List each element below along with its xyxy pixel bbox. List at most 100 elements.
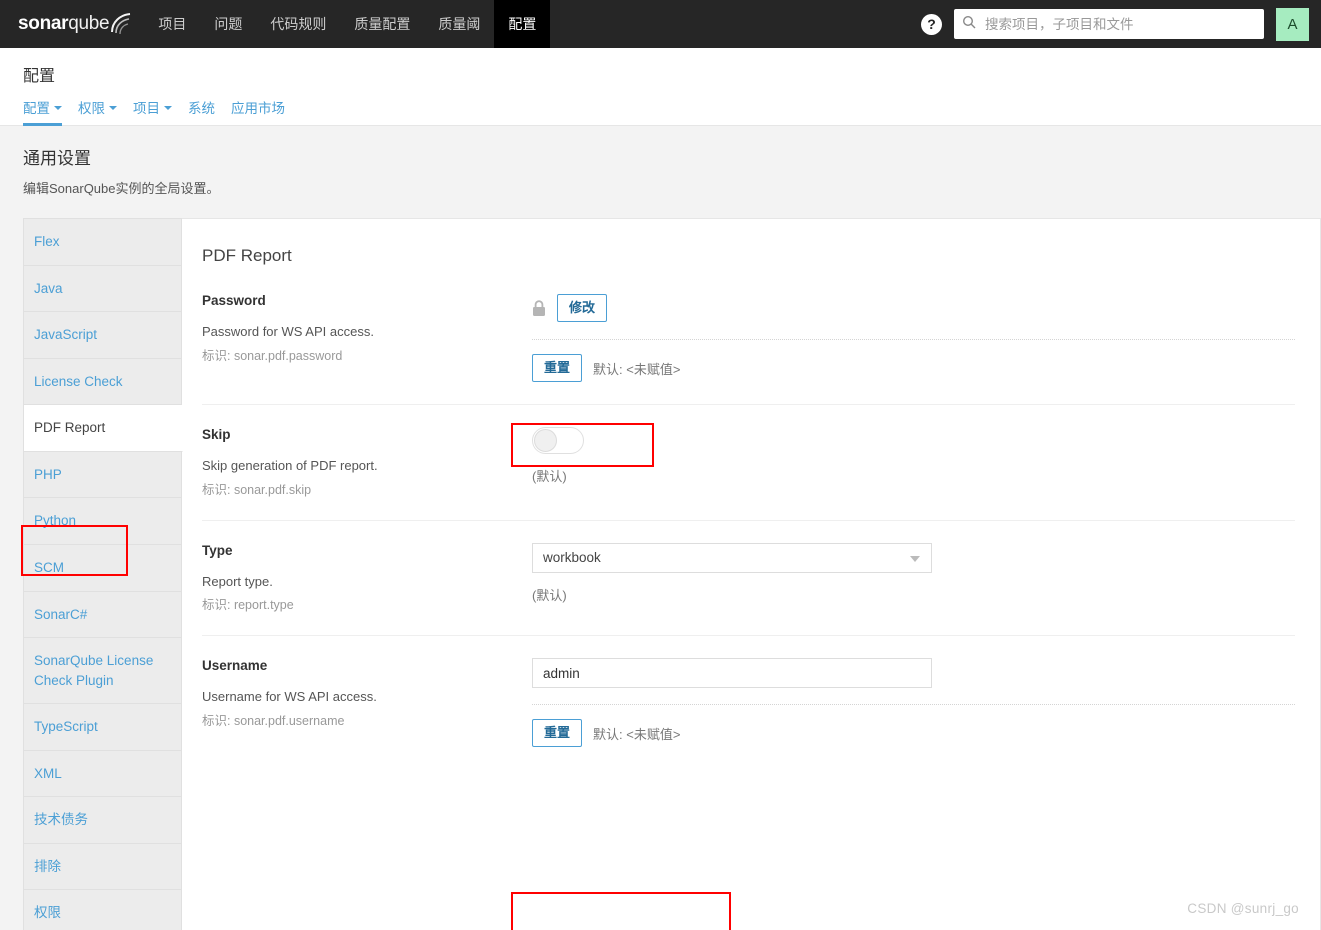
password-default-note: 默认: <未赋值> bbox=[593, 361, 681, 377]
sonarqube-logo[interactable]: sonar qube bbox=[0, 0, 144, 48]
setting-key: 标识: sonar.pdf.password bbox=[202, 348, 343, 363]
nav-item-administration[interactable]: 配置 bbox=[494, 0, 551, 48]
type-select[interactable]: workbook bbox=[532, 542, 932, 573]
brand-light: qube bbox=[68, 13, 110, 34]
sidebar-item-pdf-report[interactable]: PDF Report bbox=[23, 405, 183, 452]
top-navigation-bar: sonar qube 项目 问题 代码规则 质量配置 质量阈 配置 ? 搜索项目… bbox=[0, 0, 1321, 48]
sidebar-item-flex[interactable]: Flex bbox=[23, 218, 182, 266]
lock-icon bbox=[532, 299, 546, 317]
settings-content-panel: PDF Report Password Password for WS API … bbox=[182, 218, 1321, 930]
tab-permissions[interactable]: 权限 bbox=[78, 97, 133, 126]
setting-skip: Skip Skip generation of PDF report. 标识: … bbox=[202, 404, 1295, 520]
nav-item-issues[interactable]: 问题 bbox=[200, 0, 256, 48]
username-reset-row: 重置 默认: <未赋值> bbox=[532, 719, 1295, 748]
watermark: CSDN @sunrj_go bbox=[1187, 901, 1299, 916]
sidebar-item-label: Python bbox=[34, 513, 77, 529]
setting-username: Username Username for WS API access. 标识:… bbox=[202, 635, 1295, 769]
sidebar-item-label: XML bbox=[34, 765, 62, 781]
chevron-down-icon bbox=[910, 555, 920, 562]
username-default-note: 默认: <未赋值> bbox=[593, 726, 681, 742]
password-reset-row: 重置 默认: <未赋值> bbox=[532, 354, 1295, 383]
user-avatar[interactable]: A bbox=[1276, 7, 1309, 41]
username-input[interactable] bbox=[532, 658, 932, 689]
sidebar-item-typescript[interactable]: TypeScript bbox=[23, 704, 182, 751]
sidebar-item-java[interactable]: Java bbox=[23, 265, 182, 313]
sidebar-item-python[interactable]: Python bbox=[23, 498, 182, 545]
setting-description: Skip generation of PDF report. bbox=[202, 458, 378, 474]
password-modify-button[interactable]: 修改 bbox=[557, 293, 608, 323]
password-reset-button[interactable]: 重置 bbox=[532, 354, 583, 383]
sidebar-item-label: Flex bbox=[34, 234, 60, 249]
chevron-down-icon bbox=[54, 106, 62, 110]
sidebar-item-label: Java bbox=[34, 280, 63, 296]
chevron-down-icon bbox=[109, 106, 117, 110]
chevron-down-icon bbox=[164, 106, 172, 110]
tab-label: 权限 bbox=[78, 101, 105, 116]
help-icon[interactable]: ? bbox=[921, 13, 942, 35]
tab-projects[interactable]: 项目 bbox=[133, 97, 188, 126]
setting-name: Password bbox=[202, 293, 266, 308]
setting-description: Password for WS API access. bbox=[202, 324, 374, 339]
avatar-initial: A bbox=[1287, 15, 1298, 33]
sidebar-item-javascript[interactable]: JavaScript bbox=[23, 312, 182, 359]
nav-item-rules[interactable]: 代码规则 bbox=[256, 0, 340, 48]
sidebar-item-label: 技术债务 bbox=[34, 812, 88, 828]
sidebar-item-technical-debt[interactable]: 技术债务 bbox=[23, 797, 182, 844]
setting-control: (默认) bbox=[532, 427, 1295, 485]
nav-item-quality-profiles[interactable]: 质量配置 bbox=[340, 0, 424, 48]
tab-configuration[interactable]: 配置 bbox=[23, 97, 78, 126]
sidebar-item-label: SonarC# bbox=[34, 606, 88, 622]
nav-label: 问题 bbox=[214, 16, 243, 32]
tab-system[interactable]: 系统 bbox=[188, 97, 231, 126]
global-search[interactable] bbox=[954, 9, 1264, 39]
page-header: 通用设置 编辑SonarQube实例的全局设置。 bbox=[0, 126, 1321, 197]
nav-label: 质量阈 bbox=[438, 16, 481, 32]
brand-strong: sonar bbox=[18, 13, 69, 34]
username-reset-button[interactable]: 重置 bbox=[532, 719, 583, 748]
tab-marketplace[interactable]: 应用市场 bbox=[231, 97, 301, 126]
sidebar-item-label: JavaScript bbox=[34, 327, 98, 343]
sidebar-item-scm[interactable]: SCM bbox=[23, 544, 182, 592]
sidebar-item-sonarcsharp[interactable]: SonarC# bbox=[23, 591, 182, 639]
setting-key: 标识: sonar.pdf.username bbox=[202, 713, 345, 728]
tab-label: 系统 bbox=[188, 101, 215, 116]
page-description: 编辑SonarQube实例的全局设置。 bbox=[23, 181, 220, 196]
help-glyph: ? bbox=[927, 16, 936, 32]
skip-toggle-switch[interactable] bbox=[532, 427, 584, 455]
sidebar-item-label: 权限 bbox=[34, 905, 61, 921]
skip-default-note: (默认) bbox=[532, 469, 567, 485]
setting-type: Type Report type. 标识: report.type workbo… bbox=[202, 519, 1295, 636]
nav-label: 代码规则 bbox=[270, 16, 327, 32]
sidebar-item-exclusions[interactable]: 排除 bbox=[23, 843, 182, 891]
settings-category-sidebar: Flex Java JavaScript License Check PDF R… bbox=[23, 218, 183, 930]
setting-info: Username Username for WS API access. 标识:… bbox=[202, 658, 532, 729]
sidebar-item-label: PHP bbox=[34, 466, 62, 482]
sidebar-item-php[interactable]: PHP bbox=[23, 451, 182, 499]
setting-control: workbook (默认) bbox=[532, 542, 1295, 604]
sidebar-item-sonarqube-license-check-plugin[interactable]: SonarQube License Check Plugin bbox=[23, 638, 182, 705]
nav-item-quality-gates[interactable]: 质量阈 bbox=[424, 0, 494, 48]
sidebar-item-permissions[interactable]: 权限 bbox=[23, 890, 182, 930]
setting-name: Username bbox=[202, 658, 268, 674]
context-navigation: 配置 配置 权限 项目 系统 应用市场 bbox=[0, 48, 1321, 126]
sidebar-item-license-check[interactable]: License Check bbox=[23, 358, 182, 406]
sonar-waves-icon bbox=[110, 13, 131, 35]
nav-label: 质量配置 bbox=[354, 16, 411, 32]
toggle-knob bbox=[534, 429, 557, 453]
sidebar-item-xml[interactable]: XML bbox=[23, 750, 182, 798]
setting-info: Skip Skip generation of PDF report. 标识: … bbox=[202, 427, 532, 498]
tab-label: 项目 bbox=[133, 101, 160, 116]
sidebar-item-label: PDF Report bbox=[34, 420, 106, 436]
search-input[interactable] bbox=[983, 15, 1256, 33]
sidebar-item-label: SonarQube License Check Plugin bbox=[34, 653, 154, 688]
setting-description: Username for WS API access. bbox=[202, 689, 377, 705]
nav-item-projects[interactable]: 项目 bbox=[144, 0, 200, 48]
tab-label: 应用市场 bbox=[231, 101, 285, 116]
settings-layout: Flex Java JavaScript License Check PDF R… bbox=[0, 218, 1321, 930]
setting-control: 修改 重置 默认: <未赋值> bbox=[532, 293, 1295, 383]
type-default-note: (默认) bbox=[532, 587, 567, 603]
context-tabs: 配置 权限 项目 系统 应用市场 bbox=[23, 97, 1321, 126]
setting-key: 标识: sonar.pdf.skip bbox=[202, 482, 312, 497]
context-title: 配置 bbox=[23, 68, 56, 85]
sidebar-item-label: TypeScript bbox=[34, 719, 98, 735]
